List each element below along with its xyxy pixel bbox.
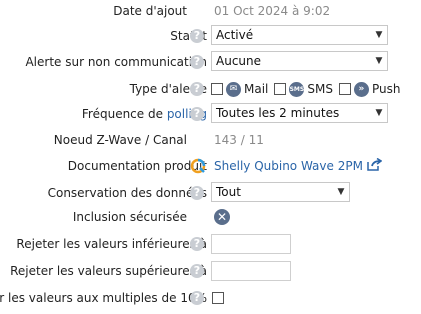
conservation-select[interactable]: Tout ▼	[211, 182, 350, 202]
row-inclusion: Inclusion sécurisée ✕	[0, 204, 421, 230]
alerte-label: Alerte sur non communication	[25, 55, 207, 69]
multiples-checkbox[interactable]	[212, 292, 224, 304]
help-icon[interactable]: ?	[190, 82, 204, 96]
chevron-down-icon: ▼	[337, 187, 345, 197]
type-alerte-options: ✉ Mail SMS SMS » Push	[211, 76, 400, 102]
rejeter-sup-input[interactable]	[211, 261, 291, 281]
close-icon: ✕	[214, 209, 230, 225]
conservation-label: Conservation des données	[47, 186, 207, 200]
help-icon[interactable]: ?	[190, 237, 204, 251]
sms-checkbox[interactable]	[274, 83, 287, 95]
chevron-down-icon: ▼	[375, 108, 383, 118]
push-checkbox[interactable]	[338, 83, 351, 95]
date-ajout-label: Date d'ajout	[113, 4, 187, 18]
mail-checkbox[interactable]	[211, 83, 223, 95]
row-frequence: Fréquence de polling ? Toutes les 2 minu…	[0, 101, 421, 127]
rejeter-sup-label: Rejeter les valeurs supérieures à	[10, 264, 207, 278]
inclusion-label: Inclusion sécurisée	[72, 210, 187, 224]
row-conservation: Conservation des données ? Tout ▼	[0, 180, 421, 206]
row-noeud: Noeud Z-Wave / Canal 143 / 11	[0, 127, 421, 153]
frequence-selected-value: Toutes les 2 minutes	[216, 106, 340, 120]
row-date-ajout: Date d'ajout 01 Oct 2024 à 9:02	[0, 0, 421, 24]
documentation-link-wrap: Shelly Qubino Wave 2PM	[214, 153, 383, 179]
sms-label: SMS	[307, 82, 333, 96]
row-multiples: r les valeurs aux multiples de 10% ?	[0, 285, 421, 311]
help-icon[interactable]: ?	[190, 186, 204, 200]
row-documentation: Documentation produit Shelly Qubino Wave…	[0, 153, 421, 179]
row-statut: Statut ? Activé ▼	[0, 23, 421, 49]
help-icon[interactable]: ?	[190, 55, 204, 69]
row-type-alerte: Type d'alerte ? ✉ Mail SMS SMS » Push	[0, 76, 421, 102]
help-icon[interactable]: ?	[190, 291, 204, 305]
multiples-label: r les valeurs aux multiples de 10%	[0, 291, 207, 305]
row-rejeter-sup: Rejeter les valeurs supérieures à ?	[0, 258, 421, 284]
chevron-down-icon: ▼	[375, 56, 383, 66]
documentation-logo-icon	[190, 158, 206, 174]
documentation-label: Documentation produit	[67, 159, 207, 173]
noeud-label: Noeud Z-Wave / Canal	[53, 133, 187, 147]
frequence-label: Fréquence de polling	[82, 101, 207, 127]
row-rejeter-inf: Rejeter les valeurs inférieures à ?	[0, 231, 421, 257]
push-label: Push	[371, 82, 401, 96]
date-ajout-value: 01 Oct 2024 à 9:02	[214, 4, 331, 18]
help-icon[interactable]: ?	[190, 107, 204, 121]
help-icon[interactable]: ?	[190, 264, 204, 278]
frequence-select[interactable]: Toutes les 2 minutes ▼	[211, 103, 388, 123]
sms-icon: SMS	[289, 81, 305, 97]
alerte-selected-value: Aucune	[216, 54, 262, 68]
push-icon: »	[353, 81, 369, 97]
rejeter-inf-input[interactable]	[211, 234, 291, 254]
external-link-icon[interactable]	[367, 157, 383, 174]
frequence-label-prefix: Fréquence de	[81, 107, 163, 121]
documentation-link[interactable]: Shelly Qubino Wave 2PM	[214, 159, 363, 173]
statut-selected-value: Activé	[216, 28, 254, 42]
conservation-selected-value: Tout	[216, 185, 241, 199]
noeud-value: 143 / 11	[214, 133, 264, 147]
mail-icon: ✉	[226, 81, 241, 97]
statut-select[interactable]: Activé ▼	[211, 25, 388, 45]
help-icon[interactable]: ?	[190, 29, 204, 43]
row-alerte: Alerte sur non communication ? Aucune ▼	[0, 49, 421, 75]
mail-label: Mail	[244, 82, 269, 96]
alerte-select[interactable]: Aucune ▼	[211, 51, 388, 71]
chevron-down-icon: ▼	[375, 30, 383, 40]
rejeter-inf-label: Rejeter les valeurs inférieures à	[16, 237, 207, 251]
